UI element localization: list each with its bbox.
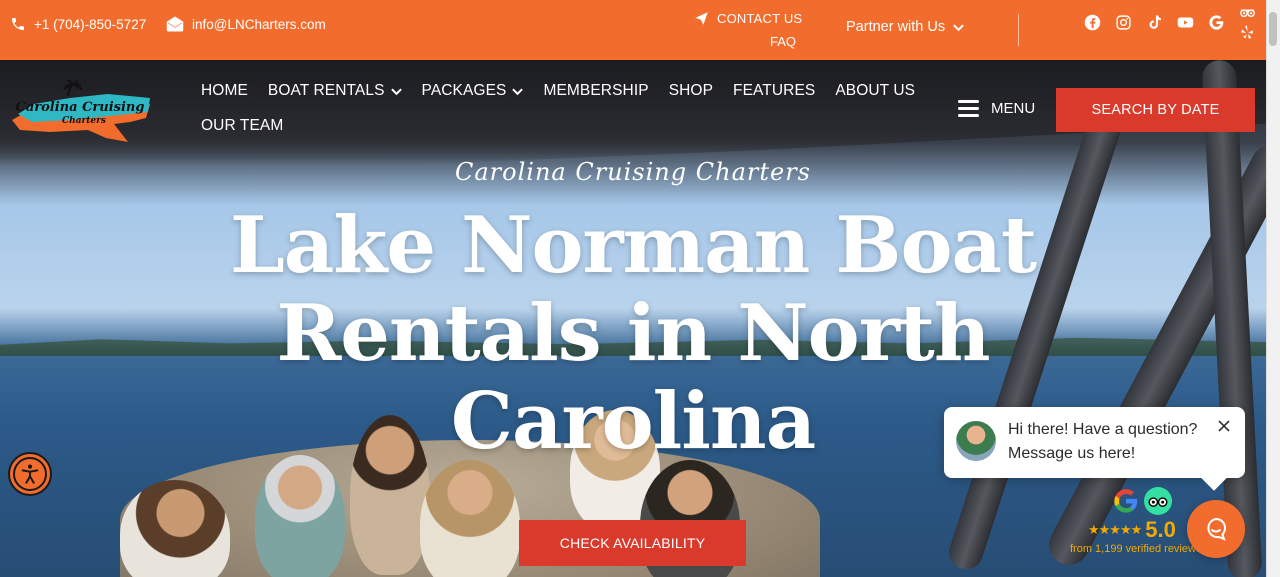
contact-us-link[interactable]: CONTACT US bbox=[694, 11, 802, 26]
nav-item-membership[interactable]: MEMBERSHIP bbox=[543, 82, 648, 100]
nav-item-label: PACKAGES bbox=[421, 82, 507, 99]
nav-row-1: HOME BOAT RENTALS PACKAGES MEMBERSHIP SH… bbox=[201, 82, 915, 100]
nav-item-label: OUR TEAM bbox=[201, 117, 284, 134]
chat-message: Hi there! Have a question? Message us he… bbox=[1008, 418, 1197, 466]
paper-plane-icon bbox=[695, 12, 708, 25]
partner-label: Partner with Us bbox=[846, 19, 946, 35]
nav-item-our-team[interactable]: OUR TEAM bbox=[201, 117, 283, 135]
nav-item-label: FEATURES bbox=[733, 82, 816, 99]
chevron-down-icon bbox=[512, 87, 524, 95]
review-score: 5.0 bbox=[1145, 517, 1176, 542]
hamburger-icon bbox=[958, 100, 979, 117]
partner-dropdown[interactable]: Partner with Us bbox=[846, 19, 964, 35]
nav-item-label: HOME bbox=[201, 82, 248, 99]
site-logo[interactable]: Carolina Cruising Charters bbox=[10, 80, 152, 144]
phone-icon bbox=[12, 18, 24, 30]
review-sites-stack bbox=[1238, 8, 1256, 39]
hero-passenger bbox=[255, 455, 345, 577]
page-scrollbar[interactable] bbox=[1266, 0, 1280, 577]
top-bar: +1 (704)-850-5727 info@LNCharters.com CO… bbox=[0, 0, 1266, 60]
chat-bubble-icon bbox=[1207, 517, 1227, 541]
instagram-icon[interactable] bbox=[1114, 13, 1132, 31]
nav-item-label: ABOUT US bbox=[835, 82, 916, 99]
chat-popup[interactable]: Hi there! Have a question? Message us he… bbox=[944, 407, 1245, 478]
nav-item-about-us[interactable]: ABOUT US bbox=[835, 82, 915, 100]
menu-toggle-button[interactable]: MENU bbox=[958, 100, 1035, 117]
logo-text-line1: Carolina Cruising bbox=[16, 100, 145, 115]
social-links bbox=[1083, 8, 1256, 39]
hero-headline: Lake Norman Boat Rentals in North Caroli… bbox=[229, 200, 1037, 467]
phone-link[interactable]: +1 (704)-850-5727 bbox=[10, 16, 146, 32]
google-logo-icon bbox=[1114, 489, 1138, 513]
chat-message-line1: Hi there! Have a question? bbox=[1008, 421, 1198, 438]
close-icon[interactable] bbox=[1217, 419, 1231, 433]
envelope-icon bbox=[166, 16, 184, 32]
nav-item-label: SHOP bbox=[668, 82, 714, 99]
yelp-icon[interactable] bbox=[1238, 24, 1256, 41]
check-availability-button[interactable]: CHECK AVAILABILITY bbox=[519, 520, 746, 566]
menu-label: MENU bbox=[991, 100, 1036, 117]
palm-tree-icon bbox=[63, 80, 83, 97]
chat-launcher-button[interactable] bbox=[1187, 500, 1245, 558]
nav-row-2: OUR TEAM bbox=[201, 117, 901, 135]
nav-item-boat-rentals[interactable]: BOAT RENTALS bbox=[268, 82, 402, 100]
accessibility-icon bbox=[21, 464, 39, 484]
chevron-down-icon bbox=[953, 23, 964, 31]
topbar-divider bbox=[1018, 14, 1019, 46]
nav-item-features[interactable]: FEATURES bbox=[733, 82, 815, 100]
tripadvisor-icon[interactable] bbox=[1238, 4, 1256, 21]
tiktok-icon[interactable] bbox=[1145, 13, 1163, 31]
email-address: info@LNCharters.com bbox=[192, 16, 326, 32]
faq-link[interactable]: FAQ bbox=[770, 34, 796, 49]
youtube-icon[interactable] bbox=[1176, 13, 1194, 31]
chat-message-line2: Message us here! bbox=[1008, 445, 1136, 462]
faq-label: FAQ bbox=[770, 34, 797, 49]
main-nav: HOME BOAT RENTALS PACKAGES MEMBERSHIP SH… bbox=[201, 82, 915, 135]
hero-script-title: Carolina Cruising Charters bbox=[455, 158, 811, 186]
scrollbar-thumb[interactable] bbox=[1269, 12, 1277, 46]
chevron-down-icon bbox=[390, 87, 402, 95]
review-stars: ★★★★★ bbox=[1088, 522, 1142, 537]
nav-item-shop[interactable]: SHOP bbox=[669, 82, 713, 100]
logo-text-line2: Charters bbox=[62, 116, 106, 126]
nav-item-home[interactable]: HOME bbox=[201, 82, 248, 100]
nav-item-label: MEMBERSHIP bbox=[543, 82, 649, 99]
tripadvisor-logo-icon bbox=[1144, 487, 1172, 515]
chat-agent-avatar bbox=[956, 421, 996, 461]
search-by-date-button[interactable]: SEARCH BY DATE bbox=[1056, 88, 1255, 132]
accessibility-button[interactable] bbox=[8, 452, 52, 496]
nav-item-packages[interactable]: PACKAGES bbox=[422, 82, 524, 100]
google-icon[interactable] bbox=[1207, 13, 1225, 31]
nav-item-label: BOAT RENTALS bbox=[267, 82, 385, 99]
phone-number: +1 (704)-850-5727 bbox=[34, 16, 147, 32]
contact-us-label: CONTACT US bbox=[717, 11, 803, 26]
email-link[interactable]: info@LNCharters.com bbox=[166, 16, 326, 32]
facebook-icon[interactable] bbox=[1083, 13, 1101, 31]
